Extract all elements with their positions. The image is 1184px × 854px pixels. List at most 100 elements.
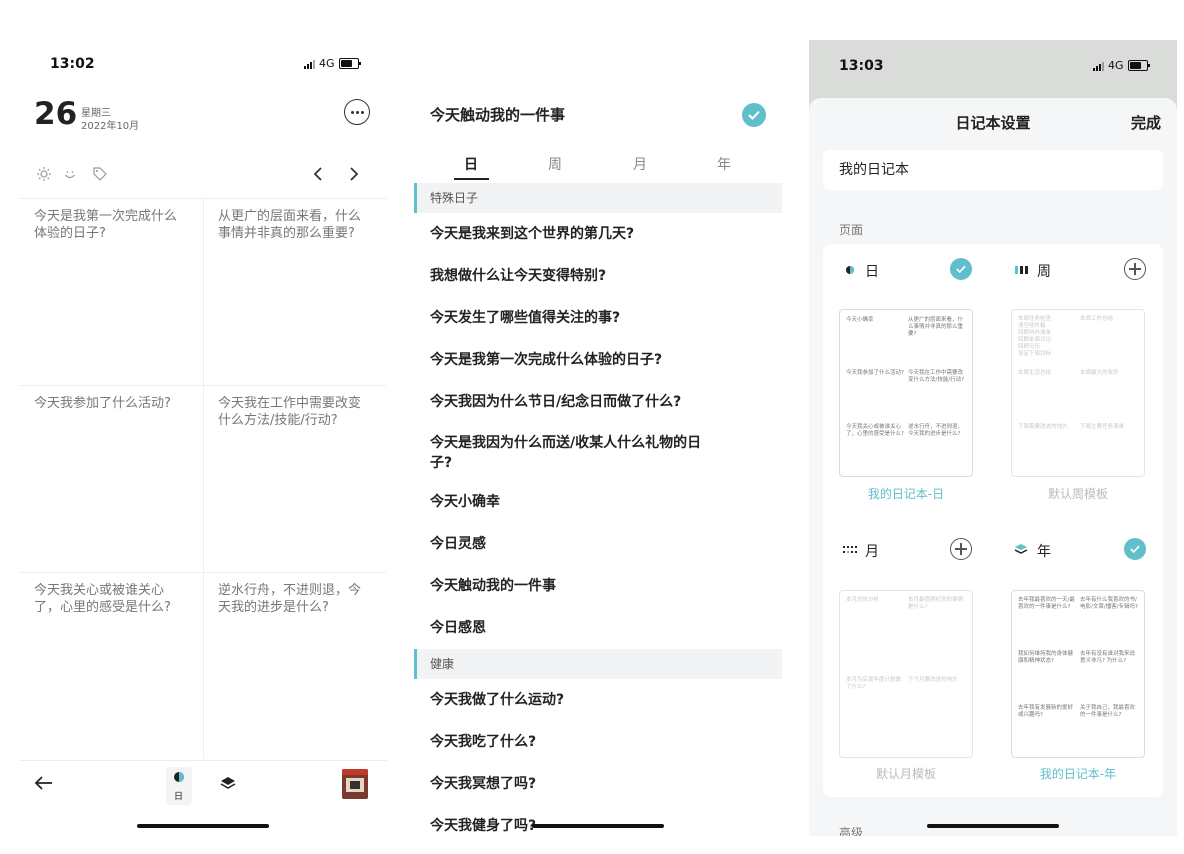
back-arrow-icon[interactable] (34, 775, 54, 791)
preview-text: 下周主要任务清单 (1080, 424, 1125, 430)
preview-text: 逆水行舟，不进则退，今天我的进步是什么? (908, 424, 964, 437)
preview-text: 下周需要改进的地方 (1018, 424, 1068, 430)
day-view-button[interactable]: 日 (166, 767, 192, 805)
status-time: 13:03 (839, 58, 884, 74)
preview-text: 去年有什么我喜欢的书/电影/文章/播客/专辑吗? (1080, 597, 1138, 610)
settings-sheet: 日记本设置 完成 我的日记本 页面 日 今天小确幸 从更广的层面来看，什么事情并… (809, 98, 1177, 836)
preview-text: 本月为实现年度计划做了什么? (846, 677, 902, 690)
prompt-cell[interactable]: 逆水行舟，不进则退，今天我的进步是什么? (203, 573, 386, 759)
done-button[interactable]: 完成 (1131, 112, 1161, 133)
preview-text: 本月总体分析 (846, 597, 880, 603)
layers-icon[interactable] (220, 775, 236, 791)
day-page-toggle[interactable] (950, 258, 972, 280)
pages-section-label: 页面 (839, 223, 864, 237)
tab-month[interactable]: 月 (620, 154, 660, 174)
chevron-left-icon[interactable] (312, 166, 324, 182)
advanced-section-label: 高级 (839, 826, 864, 836)
check-icon (748, 110, 760, 120)
preview-text: 关于我自己，我最喜欢的一件事是什么? (1080, 705, 1136, 718)
preview-text: 去年有没有谁对我来说意义非凡? 为什么? (1080, 651, 1136, 664)
section-header-health: 健康 (414, 649, 782, 679)
preview-text: 本周最大的收获 (1080, 370, 1119, 376)
year-template-preview[interactable]: 去年我最喜欢的一天/最喜欢的一件事是什么? 去年有什么我喜欢的书/电影/文章/播… (1011, 590, 1145, 758)
prompt-item[interactable]: 今天我因为什么节日/纪念日而做了什么? (430, 392, 730, 412)
prompt-item[interactable]: 我想做什么让今天变得特别? (430, 266, 730, 286)
prompt-item[interactable]: 今天我冥想了吗? (430, 774, 730, 794)
prompt-item[interactable]: 今日感恩 (430, 618, 730, 638)
preview-text: 回顾日历 (1018, 344, 1041, 350)
date-day: 26 (34, 96, 78, 132)
page-name-year: 年 (1037, 544, 1051, 560)
sheet-title: 日记本设置 (955, 114, 1031, 132)
more-options-button[interactable] (344, 99, 370, 125)
tab-year[interactable]: 年 (704, 154, 744, 174)
status-indicators: 4G (304, 57, 361, 70)
day-view-icon (174, 772, 184, 782)
preview-text: 本周工作总结 (1080, 316, 1114, 322)
battery-icon (1127, 60, 1150, 71)
preview-text: 回顾本周日记 (1018, 337, 1052, 343)
prompt-item[interactable]: 今天触动我的一件事 (430, 576, 730, 596)
notebook-name-field[interactable]: 我的日记本 (823, 150, 1163, 190)
prompt-cell[interactable]: 从更广的层面来看，什么事情并非真的那么重要? (203, 199, 386, 386)
preview-text: 今天小确幸 (846, 317, 874, 323)
preview-text: 清空收件箱 (1018, 323, 1046, 329)
preview-text: 本周任务检查 (1018, 316, 1052, 322)
preview-text: 设定下周目标 (1018, 351, 1052, 357)
prompt-item[interactable]: 今天发生了哪些值得关注的事? (430, 308, 730, 328)
day-view-label: 日 (174, 792, 184, 802)
section-header-special-days: 特殊日子 (414, 183, 782, 213)
confirm-button[interactable] (742, 103, 766, 127)
prompt-item[interactable]: 今天是我第一次完成什么体验的日子? (430, 350, 730, 370)
prompt-grid: 今天是我第一次完成什么体验的日子? 从更广的层面来看，什么事情并非真的那么重要?… (20, 198, 387, 759)
signal-icon (304, 59, 315, 69)
tab-day[interactable]: 日 (451, 154, 491, 174)
date-year-month: 2022年10月 (81, 121, 140, 132)
day-template-name: 我的日记本-日 (867, 487, 945, 501)
week-page-icon (1015, 266, 1028, 274)
prompt-cell[interactable]: 今天我关心或被谁关心了，心里的感受是什么? (20, 573, 203, 759)
prompt-cell[interactable]: 今天我在工作中需要改变什么方法/技能/行动? (203, 386, 386, 573)
prompt-item[interactable]: 今日灵感 (430, 534, 730, 554)
smile-icon[interactable] (62, 166, 78, 182)
prompt-cell[interactable]: 今天是我第一次完成什么体验的日子? (20, 199, 203, 386)
tab-indicator (454, 178, 489, 180)
chevron-right-icon[interactable] (348, 166, 360, 182)
month-page-icon (843, 546, 857, 553)
notebook-settings-screen: 13:03 4G 日记本设置 完成 我的日记本 页面 日 今天小确幸 从更广的层… (809, 40, 1177, 836)
prompt-cell[interactable]: 今天我参加了什么活动? (20, 386, 203, 573)
battery-icon (338, 58, 361, 69)
preview-text: 下个月要改进的地方 (908, 677, 958, 683)
prompt-item[interactable]: 今天我吃了什么? (430, 732, 730, 752)
month-template-preview[interactable]: 本月总体分析 本月最值得纪念的事情是什么? 本月为实现年度计划做了什么? 下个月… (839, 590, 973, 758)
year-page-toggle[interactable] (1124, 538, 1146, 560)
tag-icon[interactable] (92, 166, 108, 182)
prompt-item[interactable]: 今天我做了什么运动? (430, 690, 730, 710)
thumbnail-image[interactable] (342, 769, 368, 799)
prompt-picker-screen: 今天触动我的一件事 日 周 月 年 特殊日子 今天是我来到这个世界的第几天? 我… (414, 86, 782, 836)
network-label: 4G (1108, 59, 1124, 72)
tab-week[interactable]: 周 (535, 154, 575, 174)
bottom-toolbar: 日 (20, 760, 387, 811)
home-indicator (927, 824, 1059, 828)
add-month-page-button[interactable] (950, 538, 972, 560)
status-indicators: 4G (1093, 59, 1150, 72)
day-page-icon (846, 266, 854, 274)
check-icon (956, 265, 966, 274)
month-template-name: 默认月模板 (875, 767, 936, 781)
year-template-name: 我的日记本-年 (1039, 767, 1117, 781)
add-week-page-button[interactable] (1124, 258, 1146, 280)
prompt-item[interactable]: 今天是我因为什么而送/收某人什么礼物的日子? (430, 433, 720, 473)
week-template-preview[interactable]: 本周任务检查 本周工作总结 清空收件箱 回顾待办清单 回顾本周日记 回顾日历 设… (1011, 309, 1145, 477)
preview-text: 回顾待办清单 (1018, 330, 1052, 336)
preview-text: 今天我在工作中需要改变什么方法/技能/行动? (908, 370, 965, 383)
prompt-item[interactable]: 今天是我来到这个世界的第几天? (430, 224, 730, 244)
current-prompt-title: 今天触动我的一件事 (430, 106, 566, 124)
day-template-preview[interactable]: 今天小确幸 从更广的层面来看，什么事情并非真的那么重要? 今天我参加了什么活动?… (839, 309, 973, 477)
page-name-month: 月 (865, 544, 879, 560)
prompt-item[interactable]: 今天小确幸 (430, 492, 730, 512)
check-icon (1130, 545, 1140, 554)
pages-card: 日 今天小确幸 从更广的层面来看，什么事情并非真的那么重要? 今天我参加了什么活… (823, 244, 1163, 797)
home-indicator (532, 824, 664, 828)
sun-icon[interactable] (36, 166, 52, 182)
